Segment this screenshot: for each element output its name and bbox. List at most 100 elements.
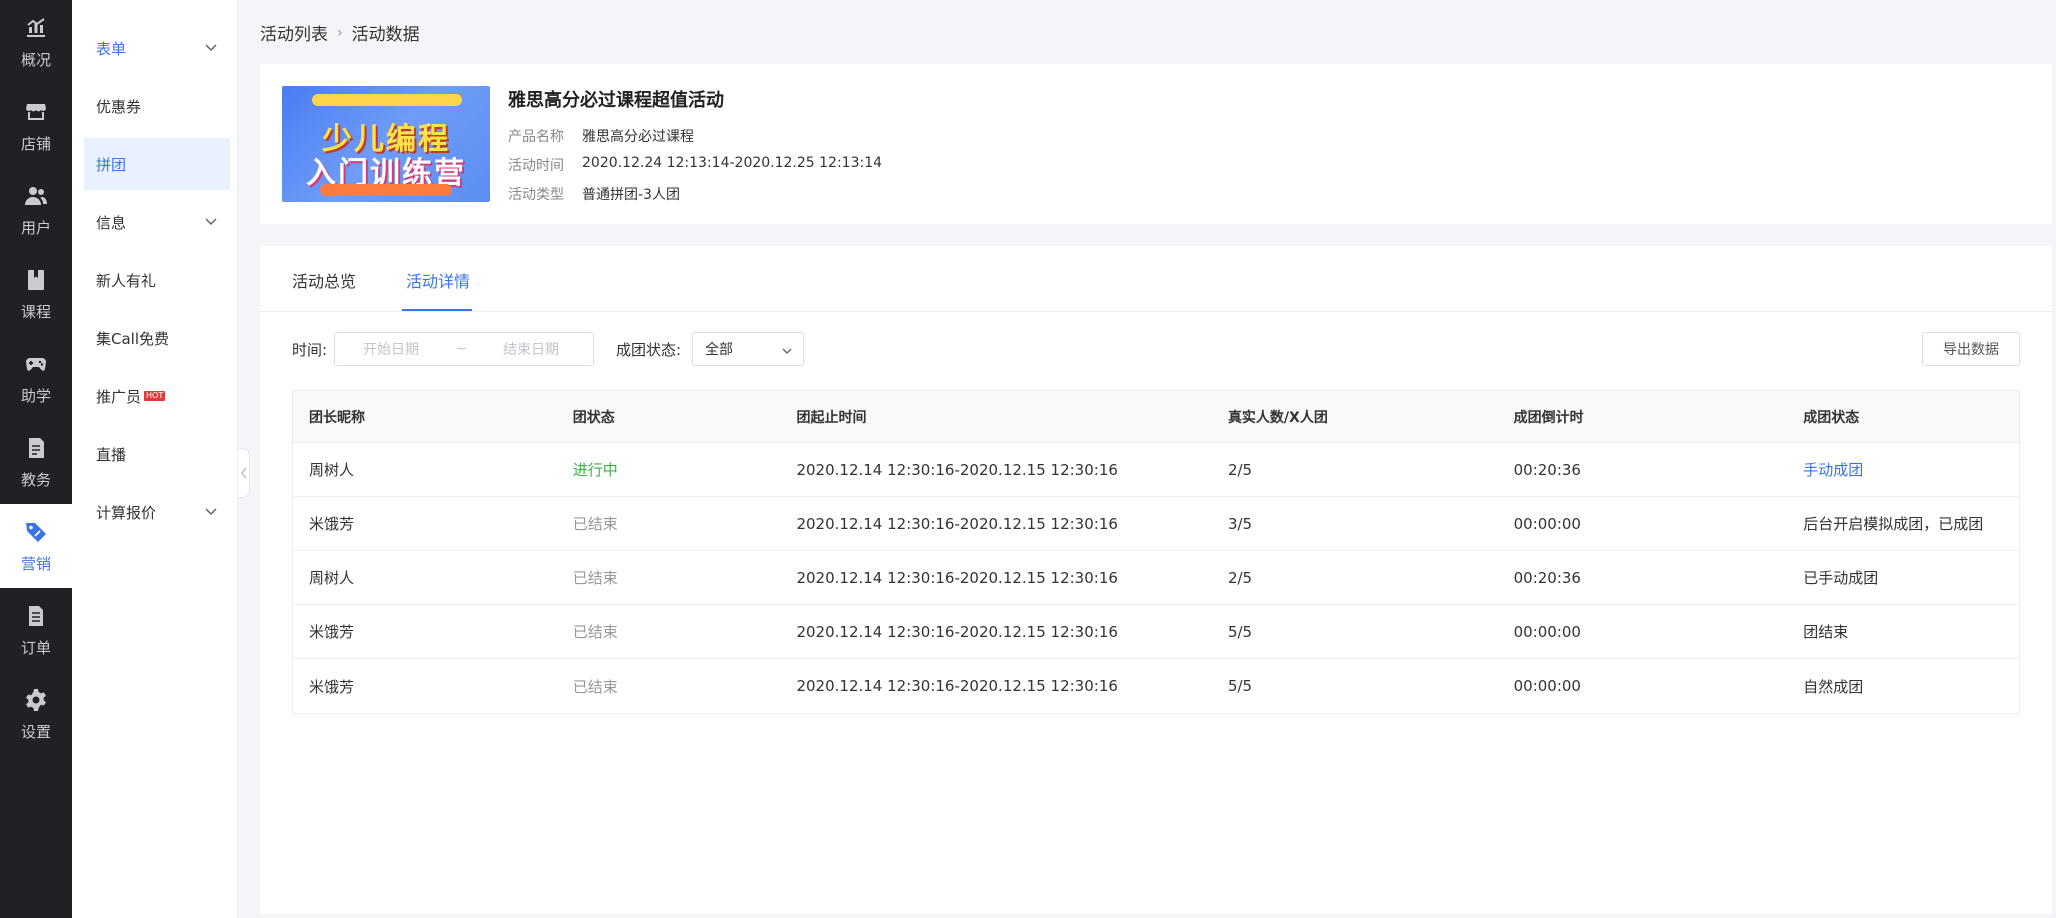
table-row: 周树人 已结束 2020.12.14 12:30:16-2020.12.15 1… (293, 551, 2019, 605)
table-header: 团长昵称 团状态 团起止时间 真实人数/X人团 成团倒计时 成团状态 (293, 391, 2019, 443)
group-period: 2020.12.14 12:30:16-2020.12.15 12:30:16 (796, 677, 1118, 695)
nav-settings[interactable]: 设置 (0, 672, 72, 756)
date-range-picker[interactable]: 开始日期 ~ 结束日期 (334, 332, 594, 366)
book-icon (23, 267, 49, 293)
tab-bar: 活动总览 活动详情 (260, 246, 2052, 312)
activity-info-card: 少儿编程 入门训练营 雅思高分必过课程超值活动 产品名称 雅思高分必过课程 活动… (260, 64, 2052, 224)
field-value: 2020.12.24 12:13:14-2020.12.25 12:13:14 (582, 155, 883, 171)
nav-study[interactable]: 助学 (0, 336, 72, 420)
breadcrumb-activity-list[interactable]: 活动列表 (260, 20, 328, 45)
column-header: 团状态 (572, 409, 615, 426)
group-state: 已结束 (572, 515, 618, 533)
chevron-down-icon (782, 348, 792, 354)
column-header: 团起止时间 (796, 409, 867, 426)
submenu-form[interactable]: 表单 (84, 22, 230, 74)
group-result: 后台开启模拟成团，已成团 (1803, 515, 1984, 533)
field-key: 活动时间 (508, 158, 564, 174)
activity-detail-panel: 活动总览 活动详情 时间: 开始日期 ~ 结束日期 成团状态: 全部 导出数据 … (260, 246, 2052, 914)
submenu-promoter[interactable]: 推广员 HOT (84, 370, 230, 422)
nav-academic[interactable]: 教务 (0, 420, 72, 504)
hot-badge: HOT (144, 391, 166, 401)
group-period: 2020.12.14 12:30:16-2020.12.15 12:30:16 (796, 622, 1118, 641)
submenu-call-free[interactable]: 集Call免费 (84, 312, 230, 364)
activity-field-type: 活动类型 普通拼团-3人团 (508, 184, 680, 204)
group-result: 已手动成团 (1803, 569, 1879, 587)
nav-store[interactable]: 店铺 (0, 84, 72, 168)
tab-details[interactable]: 活动详情 (406, 268, 470, 292)
group-result: 团结束 (1803, 623, 1849, 641)
group-period: 2020.12.14 12:30:16-2020.12.15 12:30:16 (796, 514, 1118, 533)
leader-name: 周树人 (309, 569, 355, 587)
activity-field-product: 产品名称 雅思高分必过课程 (508, 126, 694, 146)
group-period: 2020.12.14 12:30:16-2020.12.15 12:30:16 (796, 460, 1118, 479)
submenu-group-buy[interactable]: 拼团 (84, 138, 230, 190)
countdown: 00:00:00 (1513, 622, 1581, 641)
table-row: 周树人 进行中 2020.12.14 12:30:16-2020.12.15 1… (293, 443, 2019, 497)
order-icon (23, 603, 49, 629)
group-state: 已结束 (572, 623, 618, 641)
countdown: 00:00:00 (1513, 514, 1581, 533)
leader-name: 米饿芳 (309, 677, 355, 696)
group-status-select[interactable]: 全部 (692, 332, 804, 366)
activity-cover-image: 少儿编程 入门训练营 (282, 86, 490, 202)
active-tab-indicator (402, 309, 472, 311)
breadcrumb-separator: › (337, 24, 343, 41)
marketing-submenu: 表单 优惠券 拼团 信息 新人有礼 集Call免费 推广员 HOT 直播 计算报… (72, 0, 238, 918)
document-icon (23, 435, 49, 461)
member-count: 3/5 (1227, 514, 1253, 533)
group-state: 进行中 (572, 461, 618, 479)
countdown: 00:00:00 (1513, 677, 1581, 695)
tab-overview[interactable]: 活动总览 (292, 268, 356, 292)
start-date-input[interactable]: 开始日期 (335, 339, 447, 359)
column-header: 真实人数/X人团 (1227, 409, 1328, 426)
submenu-live[interactable]: 直播 (84, 428, 230, 480)
group-period: 2020.12.14 12:30:16-2020.12.15 12:30:16 (796, 568, 1118, 587)
gamepad-icon (23, 351, 49, 377)
manual-group-link[interactable]: 手动成团 (1787, 459, 2019, 480)
breadcrumb: 活动列表 › 活动数据 (260, 20, 420, 46)
member-count: 2/5 (1227, 568, 1253, 587)
column-header: 成团倒计时 (1513, 409, 1584, 426)
countdown: 00:20:36 (1513, 568, 1581, 587)
activity-field-time: 活动时间 2020.12.24 12:13:14-2020.12.25 12:1… (508, 155, 882, 175)
countdown: 00:20:36 (1513, 460, 1581, 479)
time-filter-label: 时间: (292, 341, 328, 359)
group-table: 团长昵称 团状态 团起止时间 真实人数/X人团 成团倒计时 成团状态 周树人 进… (292, 390, 2020, 714)
leader-name: 米饿芳 (309, 515, 355, 533)
group-result: 自然成团 (1803, 677, 1864, 696)
chevron-down-icon (205, 44, 217, 52)
chart-icon (23, 15, 49, 41)
submenu-newcomer-gift[interactable]: 新人有礼 (84, 254, 230, 306)
date-range-separator: ~ (455, 341, 467, 357)
nav-marketing[interactable]: 营销 (0, 504, 72, 588)
group-status-value: 全部 (705, 342, 733, 358)
submenu-coupon[interactable]: 优惠券 (84, 80, 230, 132)
column-header: 成团状态 (1803, 409, 1860, 426)
column-header: 团长昵称 (309, 409, 365, 426)
gear-icon (23, 687, 49, 713)
table-row: 米饿芳 已结束 2020.12.14 12:30:16-2020.12.15 1… (293, 659, 2019, 713)
leader-name: 周树人 (309, 461, 355, 479)
end-date-input[interactable]: 结束日期 (475, 339, 587, 359)
nav-overview[interactable]: 概况 (0, 0, 72, 84)
cover-top-tag (312, 94, 462, 106)
table-row: 米饿芳 已结束 2020.12.14 12:30:16-2020.12.15 1… (293, 497, 2019, 551)
main-nav-rail: 概况 店铺 用户 课程 助学 教务 营销 订单 设置 (0, 0, 72, 918)
tag-icon (23, 519, 49, 545)
export-data-button[interactable]: 导出数据 (1922, 332, 2020, 366)
field-value: 普通拼团-3人团 (582, 187, 680, 203)
field-key: 活动类型 (508, 187, 564, 203)
group-status-filter-label: 成团状态: (616, 341, 682, 359)
member-count: 5/5 (1227, 677, 1253, 695)
nav-orders[interactable]: 订单 (0, 588, 72, 672)
activity-title: 雅思高分必过课程超值活动 (508, 90, 724, 111)
cover-bottom-ribbon (320, 184, 452, 196)
chevron-down-icon (205, 218, 217, 226)
nav-users[interactable]: 用户 (0, 168, 72, 252)
users-icon (23, 183, 49, 209)
submenu-collapse-handle[interactable] (238, 448, 250, 498)
submenu-quote[interactable]: 计算报价 (84, 486, 230, 538)
submenu-info[interactable]: 信息 (84, 196, 230, 248)
nav-course[interactable]: 课程 (0, 252, 72, 336)
leader-name: 米饿芳 (309, 623, 355, 641)
